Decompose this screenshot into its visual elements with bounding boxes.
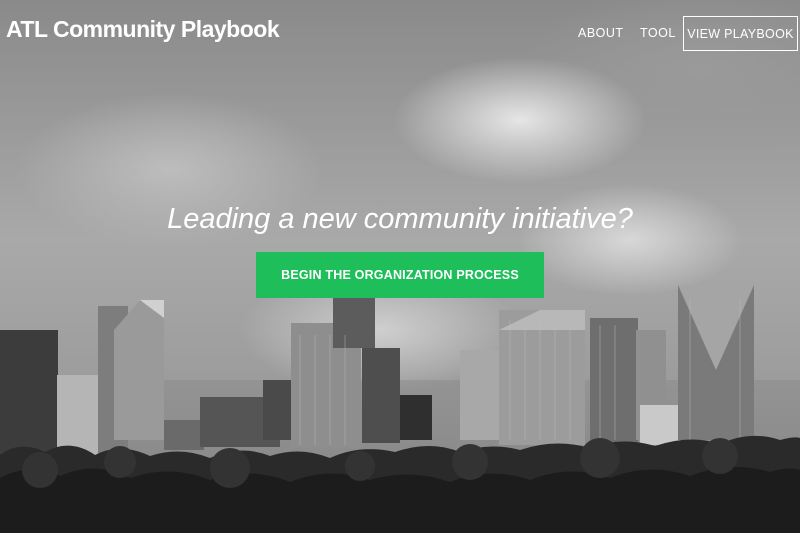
begin-organization-process-button[interactable]: BEGIN THE ORGANIZATION PROCESS [256, 252, 544, 298]
hero-headline: Leading a new community initiative? [167, 203, 633, 235]
top-navbar: ATL Community Playbook ABOUT TOOL VIEW P… [0, 0, 800, 64]
brand-logo-link[interactable]: ATL Community Playbook [6, 16, 280, 43]
nav-about-link[interactable]: ABOUT [578, 26, 624, 40]
view-playbook-button[interactable]: VIEW PLAYBOOK [683, 16, 798, 51]
nav-tool-link[interactable]: TOOL [640, 26, 676, 40]
